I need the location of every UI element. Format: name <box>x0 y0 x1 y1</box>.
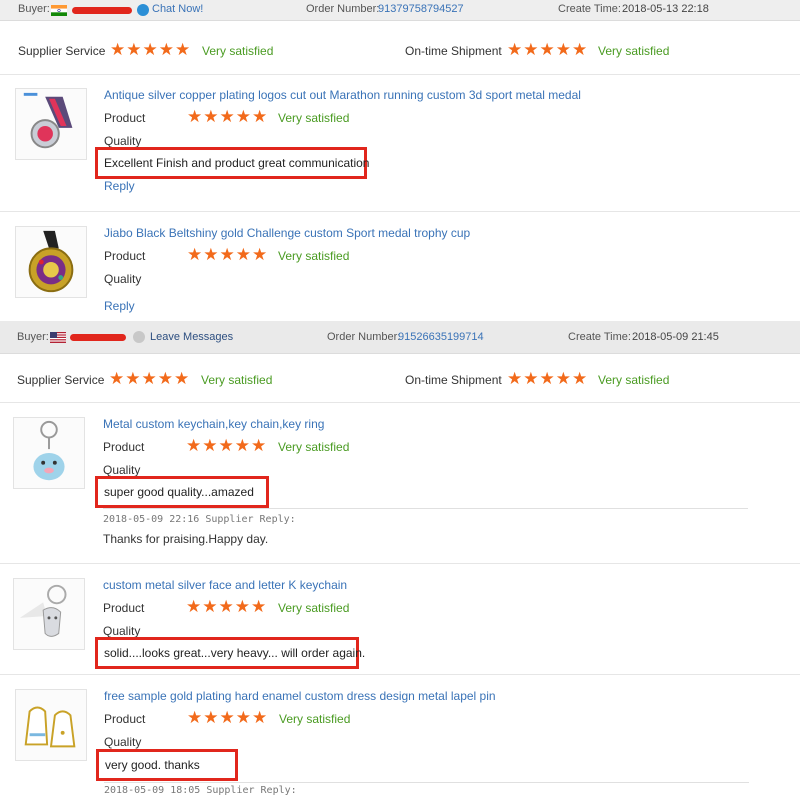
quality-label: Quality <box>103 463 141 477</box>
product-thumbnail[interactable] <box>15 689 87 761</box>
review-text: Excellent Finish and product great commu… <box>95 147 369 179</box>
list-item: Antique silver copper plating logos cut … <box>0 75 800 212</box>
supplier-reply-meta: 2018-05-09 18:05 Supplier Reply: <box>104 785 297 796</box>
star-rating: ★★★★★ <box>187 708 269 727</box>
quality-label: Quality <box>104 272 142 286</box>
quality-label: Quality <box>103 624 141 638</box>
lapel-pin-image-icon <box>24 706 76 748</box>
product-title-link[interactable]: custom metal silver face and letter K ke… <box>103 578 347 592</box>
product-label: Product <box>104 249 146 263</box>
product-rating: Very satisfied <box>278 440 350 454</box>
chat-now-link[interactable]: Chat Now! <box>152 3 203 15</box>
product-thumbnail[interactable] <box>15 88 87 160</box>
supplier-service-label: Supplier Service <box>18 44 106 58</box>
ontime-shipment-rating: Very satisfied <box>598 44 670 58</box>
order-number-link[interactable]: 91526635199714 <box>398 331 484 343</box>
supplier-reply-meta: 2018-05-09 22:16 Supplier Reply: <box>103 514 296 525</box>
star-rating: ★★★★★ <box>109 369 191 388</box>
ontime-shipment-label: On-time Shipment <box>405 44 502 58</box>
order-header: Buyer: Leave Messages Order Number: 9152… <box>0 321 800 354</box>
chat-icon[interactable] <box>137 4 149 16</box>
supplier-service-label: Supplier Service <box>17 373 105 387</box>
order-header: Buyer: Chat Now! Order Number: 913797587… <box>0 0 800 21</box>
keychain-image-icon <box>33 420 65 481</box>
redacted-buyer-name <box>70 334 126 341</box>
product-thumbnail[interactable] <box>13 578 85 650</box>
product-title-link[interactable]: Antique silver copper plating logos cut … <box>104 88 581 102</box>
product-label: Product <box>104 712 146 726</box>
trophy-medal-image-icon <box>28 230 74 293</box>
message-icon[interactable] <box>133 331 145 343</box>
ontime-shipment-rating: Very satisfied <box>598 373 670 387</box>
product-label: Product <box>103 440 145 454</box>
product-rating: Very satisfied <box>278 111 350 125</box>
list-item: free sample gold plating hard enamel cus… <box>0 675 800 800</box>
star-rating: ★★★★★ <box>187 107 269 126</box>
list-item: Metal custom keychain,key chain,key ring… <box>0 403 800 564</box>
star-rating: ★★★★★ <box>186 436 268 455</box>
product-thumbnail[interactable] <box>13 417 85 489</box>
supplier-reply-text: Thanks for praising.Happy day. <box>103 532 269 546</box>
list-item: Jiabo Black Beltshiny gold Challenge cus… <box>0 212 800 320</box>
create-time-label: Create Time: <box>568 331 631 343</box>
create-time-value: 2018-05-13 22:18 <box>622 3 709 15</box>
quality-label: Quality <box>104 134 142 148</box>
product-label: Product <box>104 111 146 125</box>
review-text: very good. thanks <box>96 749 238 781</box>
usa-flag-icon <box>50 332 66 343</box>
buyer-label: Buyer: <box>18 3 50 15</box>
supplier-service-rating: Very satisfied <box>202 44 274 58</box>
product-title-link[interactable]: Jiabo Black Beltshiny gold Challenge cus… <box>104 226 470 240</box>
medal-image-icon <box>23 92 73 149</box>
quality-label: Quality <box>104 735 142 749</box>
product-label: Product <box>103 601 145 615</box>
face-keychain-image-icon <box>19 584 67 637</box>
redacted-buyer-name <box>72 7 132 14</box>
buyer-label: Buyer: <box>17 331 49 343</box>
star-rating: ★★★★★ <box>186 597 268 616</box>
reply-link[interactable]: Reply <box>104 299 135 313</box>
reply-divider <box>104 782 749 783</box>
india-flag-icon <box>51 5 67 16</box>
star-rating: ★★★★★ <box>187 245 269 264</box>
product-rating: Very satisfied <box>278 249 350 263</box>
review-text: super good quality...amazed <box>95 476 269 508</box>
star-rating: ★★★★★ <box>507 369 589 388</box>
reply-divider <box>103 508 748 509</box>
star-rating: ★★★★★ <box>507 40 589 59</box>
order-number-link[interactable]: 91379758794527 <box>378 3 464 15</box>
ontime-shipment-label: On-time Shipment <box>405 373 502 387</box>
create-time-value: 2018-05-09 21:45 <box>632 331 719 343</box>
order-ratings: Supplier Service ★★★★★ Very satisfied On… <box>0 30 800 75</box>
supplier-service-rating: Very satisfied <box>201 373 273 387</box>
product-rating: Very satisfied <box>278 601 350 615</box>
product-thumbnail[interactable] <box>15 226 87 298</box>
order-number-label: Order Number: <box>327 331 401 343</box>
list-item: custom metal silver face and letter K ke… <box>0 564 800 675</box>
reply-link[interactable]: Reply <box>104 179 135 193</box>
order-number-label: Order Number: <box>306 3 380 15</box>
leave-messages-link[interactable]: Leave Messages <box>150 331 233 343</box>
order-ratings: Supplier Service ★★★★★ Very satisfied On… <box>0 358 800 403</box>
product-rating: Very satisfied <box>279 712 351 726</box>
create-time-label: Create Time: <box>558 3 621 15</box>
review-text: solid....looks great...very heavy... wil… <box>95 637 365 669</box>
product-title-link[interactable]: Metal custom keychain,key chain,key ring <box>103 417 324 431</box>
product-title-link[interactable]: free sample gold plating hard enamel cus… <box>104 689 496 703</box>
star-rating: ★★★★★ <box>110 40 192 59</box>
